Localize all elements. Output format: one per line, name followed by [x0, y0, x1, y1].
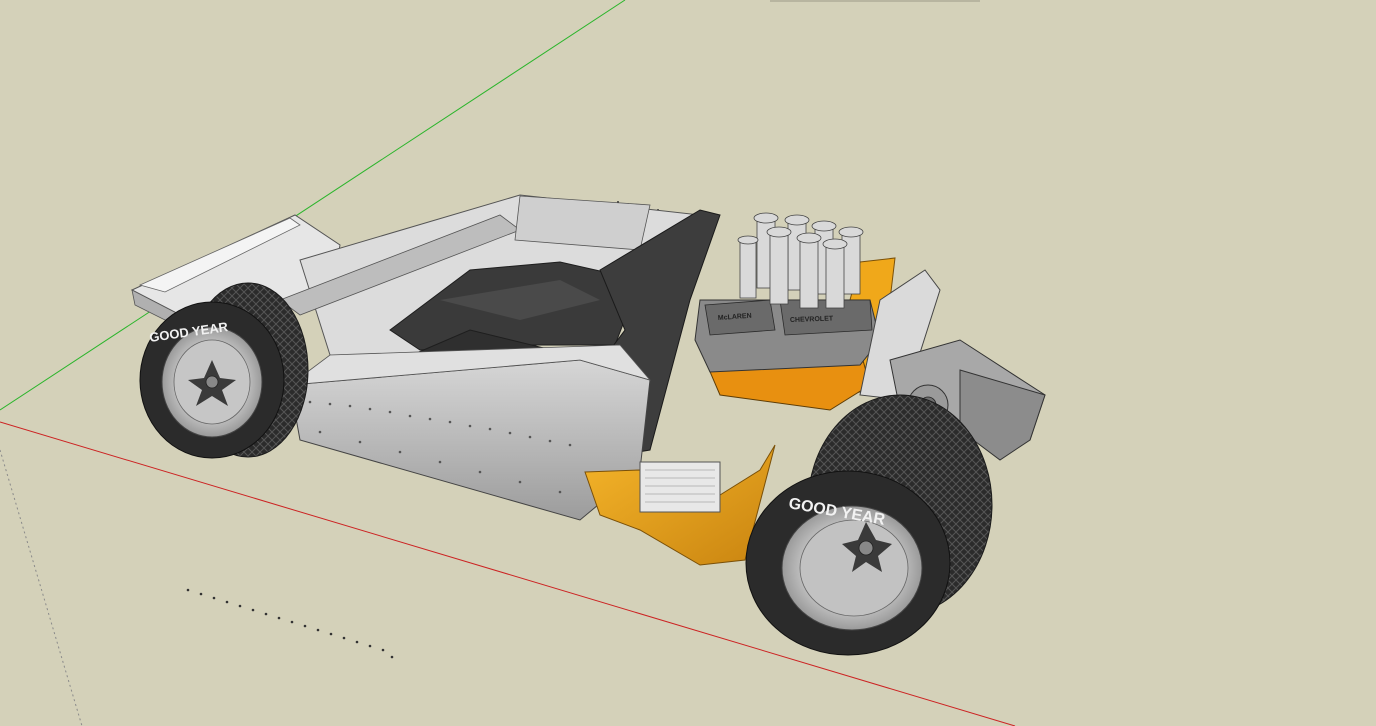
- intake-trumpets: [737, 212, 864, 309]
- blue-axis-dotted-line: [0, 449, 83, 726]
- guide-points-bottom: [186, 588, 394, 659]
- radiator: [639, 461, 721, 513]
- model-canvas[interactable]: McLAREN CHEVROLET GOOD YEAR GOOD YEAR: [0, 0, 1376, 726]
- rear-wheel[interactable]: GOOD YEAR: [745, 394, 993, 656]
- engine[interactable]: McLAREN CHEVROLET: [694, 212, 881, 373]
- cockpit-rear-bulkhead-top: [514, 195, 651, 251]
- car-model[interactable]: McLAREN CHEVROLET GOOD YEAR GOOD YEAR: [130, 194, 1046, 656]
- model-viewport[interactable]: McLAREN CHEVROLET GOOD YEAR GOOD YEAR: [0, 0, 1376, 726]
